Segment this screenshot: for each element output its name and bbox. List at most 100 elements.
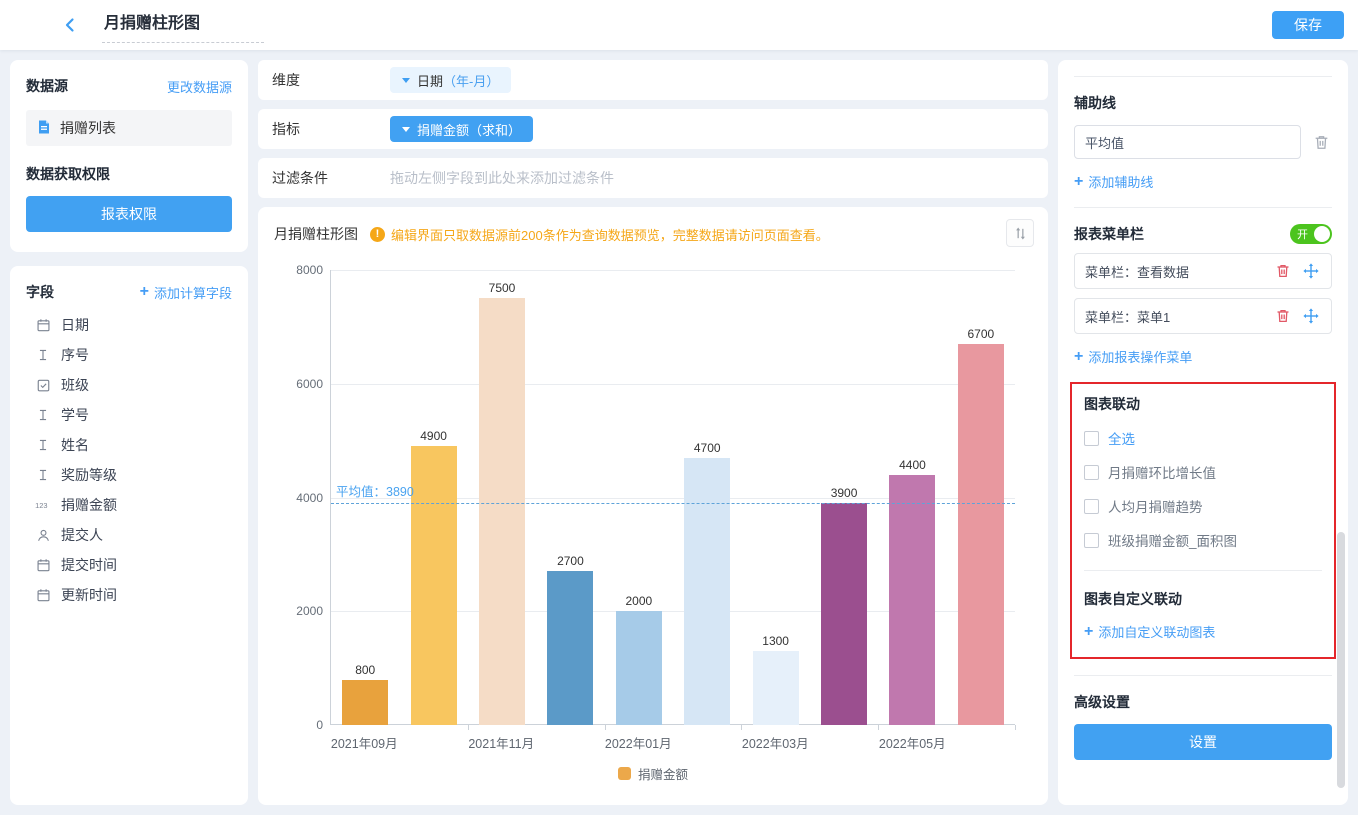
menu-bar-item[interactable]: 菜单栏：菜单1 (1074, 298, 1332, 334)
y-axis-tick-label: 0 (271, 718, 323, 732)
filter-row[interactable]: 过滤条件 拖动左侧字段到此处来添加过滤条件 (258, 158, 1048, 198)
bar-2022年02月[interactable]: 4700 (684, 458, 730, 725)
bar-2022年06月[interactable]: 6700 (958, 344, 1004, 725)
add-report-menu-link[interactable]: +添加报表操作菜单 (1074, 347, 1192, 366)
page-title-text: 月捐赠柱形图 (104, 15, 200, 32)
add-calc-field-link[interactable]: +添加计算字段 (140, 283, 232, 302)
sort-button[interactable] (1006, 219, 1034, 247)
field-item[interactable]: 奖励等级 (34, 460, 232, 490)
bar-2022年03月[interactable]: 1300 (753, 651, 799, 725)
field-item-label: 捐赠金额 (61, 495, 117, 515)
linkage-highlight-box: 图表联动 全选月捐赠环比增长值人均月捐赠趋势班级捐赠金额_面积图 图表自定义联动… (1070, 382, 1336, 659)
field-item[interactable]: 日期 (34, 310, 232, 340)
bars-container: 800 4900 7500 2700 2000 4700 1300 3900 4400 6700 (331, 270, 1015, 725)
bar-2021年11月[interactable]: 7500 (479, 298, 525, 725)
menu-delete-button[interactable] (1273, 261, 1293, 281)
move-icon (1303, 308, 1319, 324)
bar-slot: 6700 (947, 270, 1015, 725)
bar-2022年04月[interactable]: 3900 (821, 503, 867, 725)
bar-slot: 1300 (741, 270, 809, 725)
back-button[interactable] (60, 15, 80, 35)
report-menu-toggle[interactable]: 开 (1290, 224, 1332, 244)
bar-2021年09月[interactable]: 800 (342, 680, 388, 726)
bar-value-label: 4900 (420, 429, 447, 443)
field-item-label: 更新时间 (61, 585, 117, 605)
linkage-options: 全选月捐赠环比增长值人均月捐赠趋势班级捐赠金额_面积图 (1084, 428, 1322, 550)
field-item[interactable]: 提交人 (34, 520, 232, 550)
warning-icon: ! (370, 227, 385, 242)
metric-label: 指标 (272, 119, 390, 139)
menu-item-list: 菜单栏：查看数据菜单栏：菜单1 (1074, 253, 1332, 334)
x-axis-label: 2022年01月 (604, 733, 673, 752)
menu-move-button[interactable] (1301, 306, 1321, 326)
settings-button[interactable]: 设置 (1074, 724, 1332, 760)
linkage-option[interactable]: 人均月捐赠趋势 (1084, 496, 1322, 516)
checkbox-icon[interactable] (1084, 499, 1099, 514)
bar-value-label: 1300 (762, 634, 789, 648)
menu-bar-item[interactable]: 菜单栏：查看数据 (1074, 253, 1332, 289)
field-item[interactable]: 班级 (34, 370, 232, 400)
field-item[interactable]: 更新时间 (34, 580, 232, 610)
calendar-field-icon (34, 588, 52, 603)
bar-value-label: 7500 (489, 281, 516, 295)
save-button[interactable]: 保存 (1272, 11, 1344, 39)
metric-pill[interactable]: 捐赠金额（求和） (390, 116, 533, 142)
checkbox-icon[interactable] (1084, 533, 1099, 548)
filter-dropzone-placeholder: 拖动左侧字段到此处来添加过滤条件 (390, 168, 614, 188)
bar-2022年01月[interactable]: 2000 (616, 611, 662, 725)
text-field-icon (34, 468, 52, 482)
y-axis-tick-label: 8000 (271, 263, 323, 277)
bar-value-label: 2700 (557, 554, 584, 568)
plus-icon: + (1074, 174, 1083, 190)
x-axis-tick (878, 725, 879, 730)
aux-line-heading: 辅助线 (1074, 93, 1332, 113)
chart-legend[interactable]: 捐赠金额 (274, 764, 1032, 783)
field-item-label: 学号 (61, 405, 89, 425)
scrollbar-thumb[interactable] (1337, 532, 1345, 788)
bar-value-label: 4400 (899, 458, 926, 472)
bar-value-label: 6700 (968, 327, 995, 341)
x-axis-label: 2022年05月 (878, 733, 947, 752)
field-item[interactable]: 姓名 (34, 430, 232, 460)
editor-main: 维度 日期（年-月） 指标 捐赠金额（求和） 过滤条件 拖动左侧字段到此处来添加… (258, 60, 1048, 805)
x-axis-label (947, 733, 1016, 752)
datasource-heading: 数据源 (26, 76, 68, 96)
text-field-icon (34, 408, 52, 422)
field-item[interactable]: 序号 (34, 340, 232, 370)
field-item[interactable]: 提交时间 (34, 550, 232, 580)
linkage-option[interactable]: 全选 (1084, 428, 1322, 448)
bar-2021年10月[interactable]: 4900 (411, 446, 457, 725)
add-aux-line-link[interactable]: +添加辅助线 (1074, 172, 1153, 191)
add-custom-linkage-link[interactable]: +添加自定义联动图表 (1084, 622, 1215, 641)
dimension-pill[interactable]: 日期（年-月） (390, 67, 511, 93)
checkbox-icon[interactable] (1084, 431, 1099, 446)
text-field-icon (34, 438, 52, 452)
field-item[interactable]: 123捐赠金额 (34, 490, 232, 520)
report-permission-button[interactable]: 报表权限 (26, 196, 232, 232)
trash-icon (1275, 308, 1291, 324)
menu-move-button[interactable] (1301, 261, 1321, 281)
linkage-option[interactable]: 班级捐赠金额_面积图 (1084, 530, 1322, 550)
fields-card: 字段 +添加计算字段 日期序号班级学号姓名奖励等级123捐赠金额提交人提交时间更… (10, 266, 248, 805)
text-field-icon (34, 348, 52, 362)
select-field-icon (34, 378, 52, 393)
field-item[interactable]: 学号 (34, 400, 232, 430)
bar-2021年12月[interactable]: 2700 (547, 571, 593, 725)
plus-icon: + (1074, 349, 1083, 365)
aux-line-input[interactable] (1074, 125, 1301, 159)
chevron-left-icon (62, 17, 78, 33)
y-axis-tick-label: 4000 (271, 491, 323, 505)
change-datasource-link[interactable]: 更改数据源 (167, 77, 232, 96)
datasource-item[interactable]: 捐赠列表 (26, 110, 232, 146)
linkage-option-label: 班级捐赠金额_面积图 (1108, 530, 1237, 550)
x-axis-label: 2022年03月 (741, 733, 810, 752)
bar-2022年05月[interactable]: 4400 (889, 475, 935, 725)
menu-delete-button[interactable] (1273, 306, 1293, 326)
linkage-option[interactable]: 月捐赠环比增长值 (1084, 462, 1322, 482)
bar-value-label: 3900 (831, 486, 858, 500)
aux-delete-button[interactable] (1311, 132, 1332, 153)
checkbox-icon[interactable] (1084, 465, 1099, 480)
chart-header: 月捐赠柱形图 ! 编辑界面只取数据源前200条作为查询数据预览，完整数据请访问页… (274, 219, 1032, 249)
x-axis-label (399, 733, 468, 752)
x-axis-label: 2021年09月 (330, 733, 399, 752)
